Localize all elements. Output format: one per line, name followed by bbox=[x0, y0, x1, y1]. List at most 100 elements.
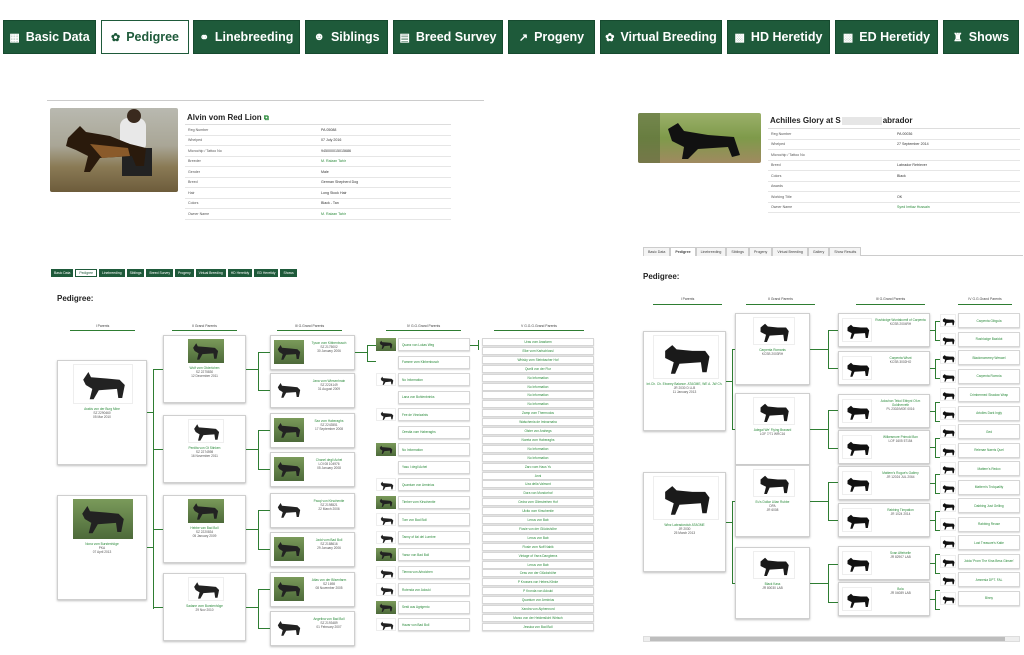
g5-name-cell[interactable]: Jessica von Bad Boll bbox=[482, 622, 594, 631]
g4-name-cell[interactable]: No Information bbox=[398, 443, 470, 456]
ggp-card[interactable]: Rushlodge Wuntakomfi of Carpenta KCSB 200… bbox=[838, 313, 930, 347]
g4-name-cell[interactable]: Quantum von Arminius bbox=[398, 478, 470, 491]
g5-name-cell[interactable]: Cess von der Glückshöhe bbox=[482, 569, 594, 578]
g5-name-cell[interactable]: Quantum von Arminius bbox=[482, 596, 594, 605]
g4-name-cell[interactable]: Quanz von Lukas Weg bbox=[398, 338, 470, 351]
small-tab[interactable]: Linebreeding bbox=[98, 269, 125, 277]
g5-name-cell[interactable]: Anni bbox=[482, 471, 594, 480]
g4-name-cell[interactable]: Carpenta Gibgula bbox=[958, 313, 1020, 328]
ggp-card[interactable]: Carpenta Wisnt KCSB 3002HO bbox=[838, 351, 930, 385]
g5-name-cell[interactable]: Elke vom Karlschlossl bbox=[482, 346, 594, 355]
parent-card[interactable]: Int.Ch. Ch. Eboney Balance. ATAGME, WE A… bbox=[643, 331, 726, 431]
tab-breed-survey[interactable]: ▤ Breed Survey bbox=[393, 20, 503, 54]
g4-name-cell[interactable]: Fee de Vinnizalnis bbox=[398, 408, 470, 421]
g5-name-cell[interactable]: Fiosie von der Glückshöhe bbox=[482, 524, 594, 533]
g5-name-cell[interactable]: Lexus von Bab bbox=[482, 533, 594, 542]
g5-name-cell[interactable]: No Information bbox=[482, 382, 594, 391]
tab-virtual-breeding[interactable]: ✿ Virtual Breeding bbox=[600, 20, 722, 54]
g5-name-cell[interactable]: No Information bbox=[482, 373, 594, 382]
g5-name-cell[interactable]: Lexus von Bab bbox=[482, 560, 594, 569]
grandparent-card[interactable]: Eu's Dollar Lilian Rubbe DPA JR 6008 bbox=[735, 465, 810, 537]
small-tab[interactable]: Progeny bbox=[175, 269, 194, 277]
ggp-card[interactable]: Chanel degli Achei LOI 08 104976 05 Januar… bbox=[270, 452, 355, 487]
g5-name-cell[interactable]: Walschenia de Iminarnaha bbox=[482, 418, 594, 427]
g4-name-cell[interactable]: Mattern's Redox bbox=[958, 461, 1020, 476]
small-tab[interactable]: Siblings bbox=[726, 247, 749, 256]
g4-name-cell[interactable]: Tienna von Arboichen bbox=[398, 565, 470, 579]
g4-name-cell[interactable]: Crimbermed Shadow Wrap bbox=[958, 387, 1020, 402]
g5-name-cell[interactable]: Whisky vom Steinbacher Hof bbox=[482, 355, 594, 364]
g4-name-cell[interactable]: Sesti aus Agrigento bbox=[398, 600, 470, 614]
small-tab[interactable]: Progeny bbox=[748, 247, 773, 256]
ggp-card[interactable]: Svan Aftelvelle JR 82907 LAB bbox=[838, 546, 930, 580]
g5-name-cell[interactable]: Zamp vom Thermodos bbox=[482, 409, 594, 418]
g5-name-cell[interactable]: No Information bbox=[482, 391, 594, 400]
g4-name-cell[interactable]: Rabbing Reuse bbox=[958, 516, 1020, 532]
g4-name-cell[interactable]: Timber vom Kirschentie bbox=[398, 495, 470, 509]
tab-hd-heretidy[interactable]: ▩ HD Heretidy bbox=[727, 20, 830, 54]
grandparent-card[interactable]: Carpenta Romanis KCSB 2003RH bbox=[735, 313, 810, 385]
tab-siblings[interactable]: ☻ Siblings bbox=[305, 20, 388, 54]
grandparent-card[interactable]: Perdita von Gt Stinken SZ 2274598 16 Novem… bbox=[163, 415, 246, 483]
small-tab[interactable]: Shows bbox=[280, 269, 297, 277]
tab-ed-heretidy[interactable]: ▩ ED Heretidy bbox=[835, 20, 938, 54]
small-tab[interactable]: HD Heretidy bbox=[227, 269, 253, 277]
g4-name-cell[interactable]: Tanny of ilai del Lumbre bbox=[398, 530, 470, 544]
g4-name-cell[interactable]: Tom von Bad Boll bbox=[398, 513, 470, 526]
g5-name-cell[interactable]: P Krosses von Hebes-Klinke bbox=[482, 578, 594, 587]
g5-name-cell[interactable]: Noreta vom Haberaghs bbox=[482, 435, 594, 444]
small-tab[interactable]: Siblings bbox=[126, 269, 145, 277]
g5-name-cell[interactable]: Cedra vom Glimstrehen Hof bbox=[482, 498, 594, 507]
g4-name-cell[interactable]: Rotenda von Adouki bbox=[398, 583, 470, 596]
g4-name-cell[interactable]: Mattern's Trolquality bbox=[958, 479, 1020, 495]
ggp-card[interactable]: Angelina von Bad Boll SZ 2193489 01 Februa… bbox=[270, 611, 355, 646]
g5-name-cell[interactable]: Marzo von der Heiderslicht Wirtsch bbox=[482, 613, 594, 622]
g4-name-cell[interactable]: Hazar von Bad Boll bbox=[398, 618, 470, 631]
g4-name-cell[interactable]: Lost Treasure's Katie bbox=[958, 535, 1020, 550]
g5-name-cell[interactable]: Uras vom Arasfarm bbox=[482, 338, 594, 346]
grandparent-card[interactable]: Sadane vom Burstenhöge 29 Nov 2010 bbox=[163, 573, 246, 641]
tab-progeny[interactable]: ↗ Progeny bbox=[508, 20, 595, 54]
small-tab[interactable]: Pedigree bbox=[670, 247, 696, 256]
g5-name-cell[interactable]: P Kronda von Adouki bbox=[482, 587, 594, 596]
ggp-card[interactable]: Mattern's Rogue's Gallery JR 12024 JUL 20… bbox=[838, 466, 930, 500]
scrollbar-thumb[interactable] bbox=[650, 637, 1005, 641]
small-tab[interactable]: Show Results bbox=[829, 247, 862, 256]
g4-name-cell[interactable]: Joida 'Prom The Kina Bess Ginsen' bbox=[958, 553, 1020, 569]
g4-name-cell[interactable]: Blackmomerey Weswel bbox=[958, 350, 1020, 365]
g5-name-cell[interactable]: No Information bbox=[482, 453, 594, 462]
small-tab[interactable]: Basic Data bbox=[643, 247, 671, 256]
g5-name-cell[interactable]: Olster von Arahegs bbox=[482, 427, 594, 435]
g4-name-cell[interactable]: Orestia vom Haberaghs bbox=[398, 425, 470, 439]
tab-linebreeding[interactable]: ⚭ Linebreeding bbox=[193, 20, 300, 54]
small-tab[interactable]: Pedigree bbox=[75, 269, 97, 277]
ggp-card[interactable]: Wilkesmore Primold Bon LOF 1605 57154 bbox=[838, 430, 930, 464]
grandparent-card[interactable]: Adegal We' Flying Bravard LOF 7/71 WRC16 bbox=[735, 393, 810, 465]
ggp-card[interactable]: Rabbing Timpation JR 1024 2014 bbox=[838, 503, 930, 537]
grandparent-card[interactable]: Black Kass JR 80030 LAB bbox=[735, 547, 810, 619]
small-tab[interactable]: Linebreeding bbox=[695, 247, 727, 256]
g5-name-cell[interactable]: No Information bbox=[482, 400, 594, 409]
g4-name-cell[interactable]: Carpenta Romnia bbox=[958, 368, 1020, 384]
g4-name-cell[interactable]: Ged bbox=[958, 424, 1020, 439]
g4-name-cell[interactable]: Yasu I degli Achei bbox=[398, 460, 470, 474]
ggp-card[interactable]: Jana vom Wiesenhrain SZ 2224149 31 August … bbox=[270, 373, 355, 408]
small-tab[interactable]: Gallery bbox=[807, 247, 830, 256]
g4-name-cell[interactable]: Rushlodge Bazidot bbox=[958, 331, 1020, 347]
g5-name-cell[interactable]: Ulcito vom Kirschentie bbox=[482, 507, 594, 516]
info-link[interactable]: M. Raizan Tahir bbox=[318, 212, 451, 216]
info-link[interactable]: Syed Imtiaz Hussain bbox=[894, 205, 1020, 209]
grandparent-card[interactable]: Hebbe van Bad Boll SZ 2220834 05 January 2… bbox=[163, 495, 246, 563]
ggp-card[interactable]: Adouhon Tekoi Ebbyni Of-m Goldherveth PL … bbox=[838, 394, 930, 428]
g5-name-cell[interactable]: Zaro vom Haus Yu bbox=[482, 462, 594, 471]
info-link[interactable]: M. Raizan Tahir bbox=[318, 159, 451, 163]
small-tab[interactable]: Breed Survey bbox=[146, 269, 174, 277]
g4-name-cell[interactable]: Dabbing Just Gelling bbox=[958, 498, 1020, 513]
parent-card[interactable]: Nona vom Burstenhöge PKA 07 April 2013 bbox=[57, 495, 147, 600]
g4-name-cell[interactable]: Yanur von Bad Boll bbox=[398, 548, 470, 561]
tab-shows[interactable]: ♜ Shows bbox=[943, 20, 1019, 54]
g4-name-cell[interactable]: Artolles Dark Ingly bbox=[958, 405, 1020, 421]
g5-name-cell[interactable]: No Information bbox=[482, 444, 594, 453]
grandparent-card[interactable]: Wolf vom Gtderlohen SZ 2275830 12 December… bbox=[163, 335, 246, 403]
small-tab[interactable]: Basic Data bbox=[51, 269, 74, 277]
